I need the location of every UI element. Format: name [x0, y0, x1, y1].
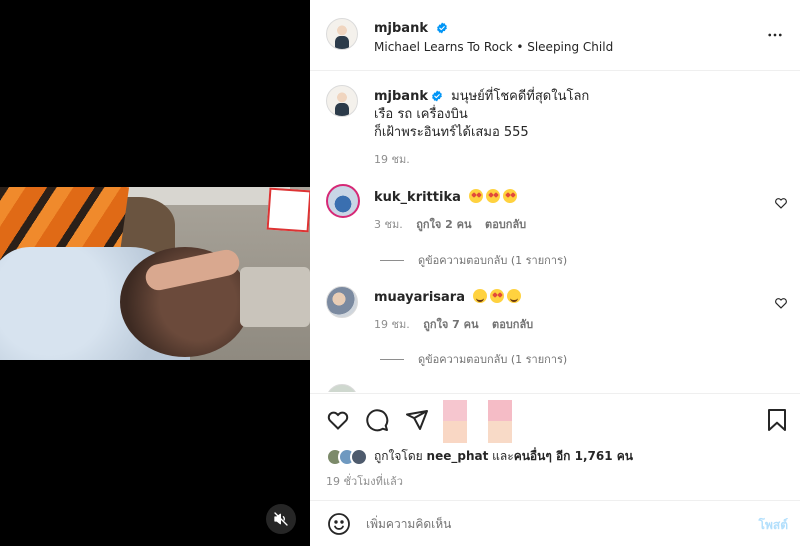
media-pane	[0, 0, 310, 546]
more-options-icon[interactable]	[766, 26, 784, 44]
blurred-sticker	[443, 400, 467, 422]
muted-speaker-icon	[274, 512, 288, 526]
video-sign	[266, 187, 310, 233]
comment-likes[interactable]: ถูกใจ 7 คน	[423, 318, 478, 331]
comment-time: 19 ชม.	[374, 318, 410, 331]
comment-emojis	[469, 189, 520, 205]
post-video[interactable]	[0, 187, 310, 360]
view-replies-label: ดูข้อความตอบกลับ (1 รายการ)	[418, 353, 568, 366]
bookmark-icon[interactable]	[766, 408, 788, 432]
comment-composer: โพสต์	[310, 502, 800, 546]
view-replies-button[interactable]: ดูข้อความตอบกลับ (1 รายการ)	[380, 350, 567, 368]
like-comment-heart-icon[interactable]	[774, 196, 788, 210]
audio-track[interactable]: Michael Learns To Rock • Sleeping Child	[374, 40, 613, 54]
post-timestamp[interactable]: 19 ชั่วโมงที่แล้ว	[326, 472, 403, 490]
caption-avatar[interactable]	[326, 85, 358, 117]
replies-line	[380, 259, 404, 261]
liked-by-text: ถูกใจโดย nee_phat และคนอื่นๆ อีก 1,761 ค…	[374, 447, 633, 466]
caption-time: 19 ชม.	[374, 153, 410, 166]
star-struck-emoji-icon	[503, 189, 518, 203]
caption: mjbank มนุษย์ที่โชคดีที่สุดในโลก เรือ รถ…	[374, 88, 774, 168]
like-comment-heart-icon[interactable]	[774, 296, 788, 310]
blurred-sticker	[443, 421, 467, 443]
comment-username[interactable]: kuk_krittika	[374, 190, 461, 205]
author-avatar[interactable]	[326, 18, 358, 50]
liker-avatar	[350, 447, 368, 466]
post-actions: ถูกใจโดย nee_phat และคนอื่นๆ อีก 1,761 ค…	[310, 393, 800, 501]
commenter-avatar-partial[interactable]	[326, 384, 358, 392]
comment-item: kuk_krittika 3 ชม. ถูกใจ 2 คน ตอบกลับ	[374, 189, 536, 233]
comment-time: 3 ชม.	[374, 218, 403, 231]
mute-button[interactable]	[266, 504, 296, 534]
smiling-emoji-icon	[507, 289, 522, 303]
liked-by: ถูกใจโดย nee_phat และคนอื่นๆ อีก 1,761 ค…	[326, 447, 633, 466]
caption-line-2: เรือ รถ เครื่องบิน	[374, 107, 468, 122]
blurred-sticker	[488, 421, 512, 443]
post-side-panel: mjbank Michael Learns To Rock • Sleeping…	[310, 0, 800, 546]
comment-emojis	[473, 289, 524, 305]
liked-by-and: และ	[492, 449, 514, 463]
video-bag	[240, 267, 310, 327]
comment-likes[interactable]: ถูกใจ 2 คน	[416, 218, 471, 231]
star-struck-emoji-icon	[469, 189, 484, 203]
view-replies-button[interactable]: ดูข้อความตอบกลับ (1 รายการ)	[380, 251, 567, 269]
commenter-avatar-muayarisara[interactable]	[326, 286, 358, 318]
smiling-emoji-icon	[473, 289, 488, 303]
caption-username[interactable]: mjbank	[374, 89, 428, 104]
replies-line	[380, 358, 404, 360]
emoji-picker-icon[interactable]	[327, 512, 351, 536]
post-header: mjbank Michael Learns To Rock • Sleeping…	[310, 0, 800, 71]
comment-username[interactable]: muayarisara	[374, 290, 465, 305]
star-struck-emoji-icon	[486, 189, 501, 203]
verified-badge-icon	[432, 90, 442, 102]
comment-input[interactable]	[366, 514, 726, 534]
liked-by-others[interactable]: คนอื่นๆ อีก 1,761 คน	[514, 449, 633, 463]
commenter-avatar-kuk-krittika[interactable]	[326, 184, 360, 218]
like-heart-icon[interactable]	[326, 408, 350, 432]
liked-by-prefix: ถูกใจโดย	[374, 449, 423, 463]
comment-item: muayarisara 19 ชม. ถูกใจ 7 คน ตอบกลับ	[374, 289, 543, 333]
caption-line-3: ก็เฝ้าพระอินทร์ได้เสมอ 555	[374, 125, 529, 140]
blurred-sticker	[488, 400, 512, 422]
reply-button[interactable]: ตอบกลับ	[492, 318, 533, 331]
caption-line-1: มนุษย์ที่โชคดีที่สุดในโลก	[451, 89, 590, 104]
post-comment-button[interactable]: โพสต์	[759, 516, 788, 535]
liked-by-user[interactable]: nee_phat	[427, 449, 489, 463]
share-send-icon[interactable]	[405, 408, 429, 432]
reply-button[interactable]: ตอบกลับ	[485, 218, 526, 231]
author-username[interactable]: mjbank	[374, 21, 428, 36]
comment-thread[interactable]: mjbank มนุษย์ที่โชคดีที่สุดในโลก เรือ รถ…	[310, 72, 800, 392]
verified-badge-icon	[437, 22, 447, 34]
comment-icon[interactable]	[365, 408, 389, 432]
star-struck-emoji-icon	[490, 289, 505, 303]
view-replies-label: ดูข้อความตอบกลับ (1 รายการ)	[418, 254, 568, 267]
